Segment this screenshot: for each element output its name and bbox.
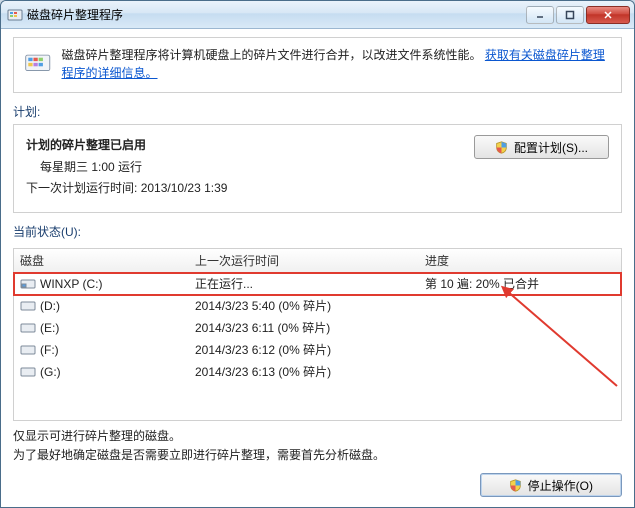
drive-icon (20, 366, 36, 378)
drive-icon (20, 344, 36, 356)
maximize-button[interactable] (556, 6, 584, 24)
info-text: 磁盘碎片整理程序将计算机硬盘上的碎片文件进行合并，以改进文件系统性能。 获取有关… (62, 46, 612, 82)
defrag-icon (24, 46, 52, 78)
schedule-panel: 计划的碎片整理已启用 每星期三 1:00 运行 下一次计划运行时间: 2013/… (13, 124, 622, 213)
column-progress[interactable]: 进度 (425, 252, 615, 269)
schedule-label: 计划: (13, 103, 622, 120)
last-run: 2014/3/23 5:40 (0% 碎片) (195, 297, 425, 314)
table-row[interactable]: (D:) 2014/3/23 5:40 (0% 碎片) (14, 295, 621, 317)
table-row[interactable]: (E:) 2014/3/23 6:11 (0% 碎片) (14, 317, 621, 339)
note-line-2: 为了最好地确定磁盘是否需要立即进行碎片整理，需要首先分析磁盘。 (13, 446, 622, 465)
status-label: 当前状态(U): (13, 223, 622, 240)
stop-button[interactable]: 停止操作(O) (480, 473, 622, 497)
progress-text: 第 10 遍: 20% 已合并 (425, 275, 615, 292)
note-line-1: 仅显示可进行碎片整理的磁盘。 (13, 427, 622, 446)
last-run: 2014/3/23 6:13 (0% 碎片) (195, 363, 425, 380)
info-panel: 磁盘碎片整理程序将计算机硬盘上的碎片文件进行合并，以改进文件系统性能。 获取有关… (13, 37, 622, 93)
last-run: 2014/3/23 6:12 (0% 碎片) (195, 341, 425, 358)
close-button[interactable] (586, 6, 630, 24)
window-title: 磁盘碎片整理程序 (27, 6, 526, 23)
table-row[interactable]: (F:) 2014/3/23 6:12 (0% 碎片) (14, 339, 621, 361)
column-last-run[interactable]: 上一次运行时间 (195, 252, 425, 269)
notes: 仅显示可进行碎片整理的磁盘。 为了最好地确定磁盘是否需要立即进行碎片整理，需要首… (13, 427, 622, 465)
disk-name: WINXP (C:) (40, 277, 102, 291)
schedule-info: 计划的碎片整理已启用 每星期三 1:00 运行 下一次计划运行时间: 2013/… (26, 135, 464, 200)
disk-name: (E:) (40, 321, 59, 335)
last-run: 正在运行... (195, 275, 425, 292)
status-panel: 磁盘 上一次运行时间 进度 WINXP (C:) 正在运行... 第 10 遍:… (13, 248, 622, 421)
client-area: 磁盘碎片整理程序将计算机硬盘上的碎片文件进行合并，以改进文件系统性能。 获取有关… (1, 29, 634, 507)
schedule-frequency: 每星期三 1:00 运行 (26, 157, 464, 179)
column-disk[interactable]: 磁盘 (20, 252, 195, 269)
drive-icon (20, 300, 36, 312)
stop-button-label: 停止操作(O) (528, 477, 593, 494)
minimize-button[interactable] (526, 6, 554, 24)
table-row[interactable]: WINXP (C:) 正在运行... 第 10 遍: 20% 已合并 (14, 273, 621, 295)
configure-schedule-button[interactable]: 配置计划(S)... (474, 135, 609, 159)
schedule-enabled-title: 计划的碎片整理已启用 (26, 135, 464, 157)
schedule-next-value: 2013/10/23 1:39 (141, 181, 228, 195)
schedule-next-label: 下一次计划运行时间: (26, 181, 137, 195)
app-icon (7, 7, 23, 23)
window-controls (526, 6, 630, 24)
window-root: 磁盘碎片整理程序 磁盘碎片整理程 (0, 0, 635, 508)
table-row[interactable]: (G:) 2014/3/23 6:13 (0% 碎片) (14, 361, 621, 383)
titlebar[interactable]: 磁盘碎片整理程序 (1, 1, 634, 29)
drive-icon (20, 278, 36, 290)
table-header: 磁盘 上一次运行时间 进度 (14, 249, 621, 273)
info-description: 磁盘碎片整理程序将计算机硬盘上的碎片文件进行合并，以改进文件系统性能。 (62, 48, 482, 62)
disk-name: (F:) (40, 343, 59, 357)
shield-icon (509, 479, 522, 492)
drive-icon (20, 322, 36, 334)
shield-icon (495, 141, 508, 154)
disk-name: (D:) (40, 299, 60, 313)
configure-schedule-label: 配置计划(S)... (514, 139, 588, 156)
disk-name: (G:) (40, 365, 61, 379)
footer: 停止操作(O) (13, 465, 622, 497)
last-run: 2014/3/23 6:11 (0% 碎片) (195, 319, 425, 336)
